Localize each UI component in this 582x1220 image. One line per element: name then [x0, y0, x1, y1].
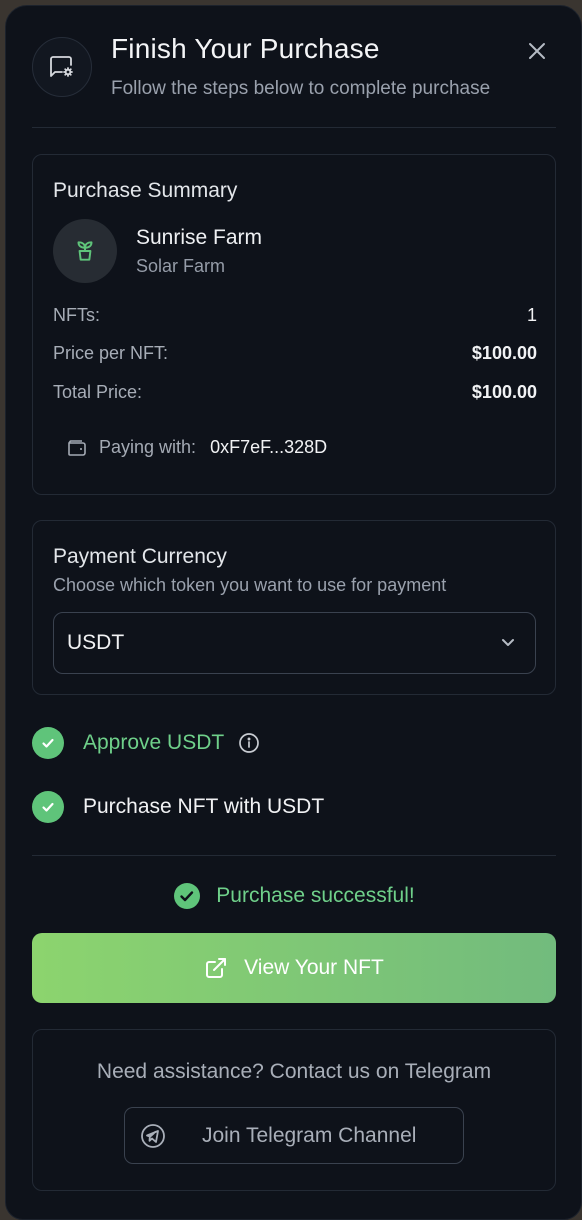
success-text: Purchase successful!: [216, 884, 415, 907]
total-price-value: $100.00: [471, 382, 537, 402]
join-telegram-label: Join Telegram Channel: [202, 1123, 417, 1147]
summary-title: Purchase Summary: [53, 179, 238, 202]
message-gear-icon: [32, 37, 92, 97]
check-circle-icon: [174, 883, 201, 909]
check-circle-icon: [32, 791, 64, 823]
chevron-down-icon: [502, 639, 514, 646]
success-message: Purchase successful!: [6, 883, 582, 909]
currency-subtitle: Choose which token you want to use for p…: [53, 575, 447, 595]
help-card: Need assistance? Contact us on Telegram …: [32, 1029, 556, 1191]
step-approve-label: Approve USDT: [83, 731, 225, 754]
modal-title: Finish Your Purchase: [111, 33, 380, 64]
payment-currency-card: Payment Currency Choose which token you …: [32, 520, 556, 695]
join-telegram-button[interactable]: Join Telegram Channel: [124, 1107, 464, 1164]
help-text: Need assistance? Contact us on Telegram: [96, 1060, 492, 1083]
wallet-icon: [68, 439, 86, 456]
external-link-icon: [206, 958, 227, 978]
price-per-nft-value: $100.00: [471, 343, 537, 363]
farm-name: Sunrise Farm: [136, 226, 263, 249]
close-icon: [529, 43, 545, 59]
nfts-value: 1: [526, 305, 537, 325]
view-nft-label: View Your NFT: [244, 956, 384, 979]
total-price-label: Total Price:: [53, 382, 143, 402]
paying-with-row: Paying with: 0xF7eF...328D: [67, 437, 327, 458]
purchase-modal: Finish Your Purchase Follow the steps be…: [5, 5, 582, 1220]
price-per-nft-label: Price per NFT:: [53, 343, 169, 363]
step-purchase-label: Purchase NFT with USDT: [83, 795, 325, 818]
step-purchase: Purchase NFT with USDT: [32, 791, 324, 823]
check-circle-icon: [32, 727, 64, 759]
telegram-icon: [141, 1124, 165, 1148]
currency-select[interactable]: USDT: [53, 612, 536, 674]
currency-title: Payment Currency: [53, 545, 227, 568]
farm-avatar: [53, 219, 117, 283]
steps-divider: [32, 855, 556, 856]
step-approve: Approve USDT: [32, 727, 260, 759]
header-divider: [32, 127, 556, 128]
info-icon[interactable]: [238, 732, 260, 754]
wallet-address: 0xF7eF...328D: [210, 437, 328, 457]
nfts-label: NFTs:: [53, 305, 100, 325]
close-button[interactable]: [522, 36, 552, 66]
farm-type: Solar Farm: [136, 256, 226, 276]
view-nft-button[interactable]: View Your NFT: [32, 933, 556, 1003]
purchase-summary-card: Purchase Summary Sunrise Farm Solar Farm…: [32, 154, 556, 495]
modal-subtitle: Follow the steps below to complete purch…: [111, 78, 491, 99]
currency-selected-value: USDT: [67, 631, 125, 654]
sprout-icon: [77, 241, 93, 261]
paying-with-label: Paying with:: [99, 437, 197, 457]
